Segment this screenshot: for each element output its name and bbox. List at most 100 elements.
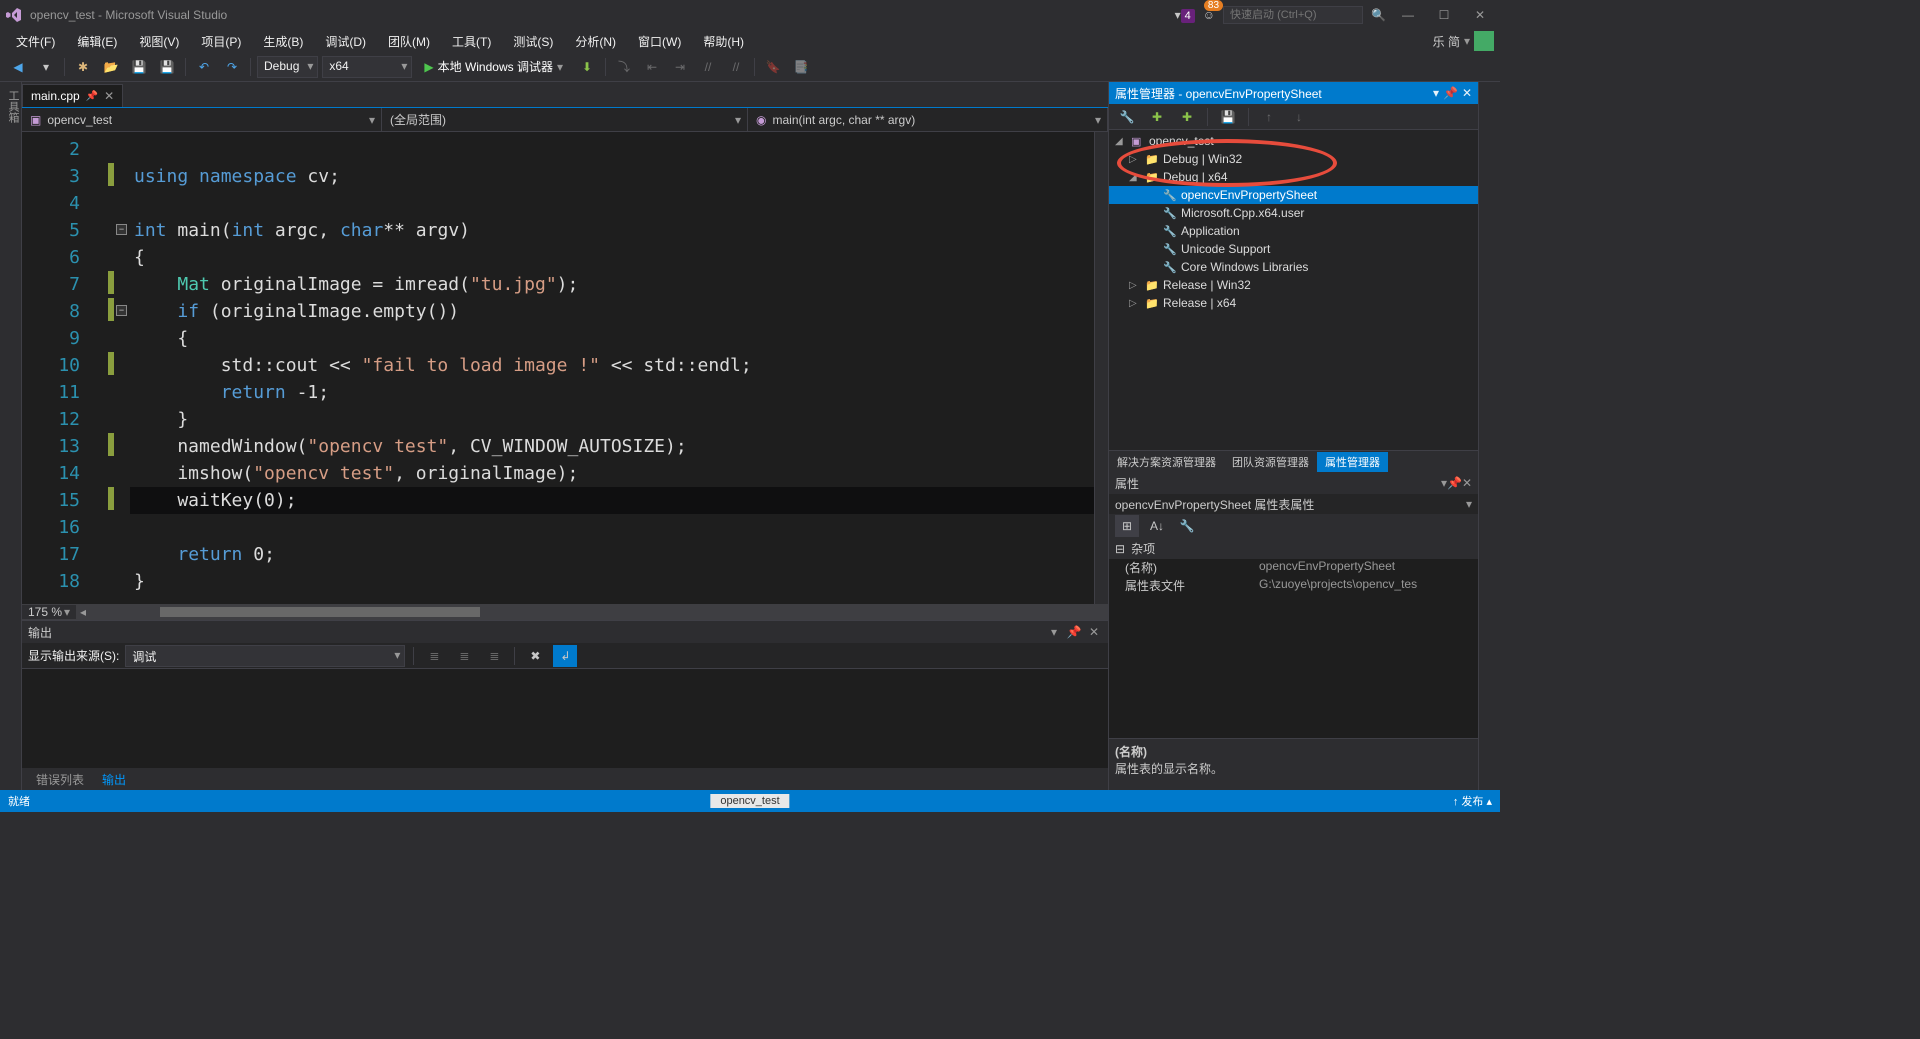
code-line[interactable] [130,514,1094,541]
tab-team-explorer[interactable]: 团队资源管理器 [1224,452,1317,472]
close-icon[interactable]: ✕ [1462,476,1472,490]
save-all-button[interactable]: 💾 [155,56,179,78]
feedback-icon[interactable]: ☺ [1203,8,1215,22]
tree-item[interactable]: ◢📁Debug | x64 [1109,168,1478,186]
save-sheet-icon[interactable]: 💾 [1216,106,1240,128]
quick-launch-input[interactable] [1223,6,1363,24]
fold-toggle[interactable]: − [116,224,127,235]
back-button[interactable]: ◀ [6,56,30,78]
wrap-icon[interactable]: ↲ [553,645,577,667]
platform-combo[interactable]: x64 [322,56,412,78]
tree-item[interactable]: ▷📁Debug | Win32 [1109,150,1478,168]
menu-tools[interactable]: 工具(T) [442,31,501,52]
new-project-button[interactable]: ✱ [71,56,95,78]
code-line[interactable]: return 0; [130,541,1094,568]
menu-debug[interactable]: 调试(D) [315,31,376,52]
prop-pages-icon[interactable]: 🔧 [1175,515,1199,537]
publish-button[interactable]: ↑ 发布 ▴ [1453,793,1492,809]
code-line[interactable]: Mat originalImage = imread("tu.jpg"); [130,271,1094,298]
code-line[interactable]: } [130,568,1094,595]
tree-item[interactable]: ▷📁Release | Win32 [1109,276,1478,294]
property-row[interactable]: 属性表文件 G:\zuoye\projects\opencv_tes [1109,577,1478,595]
close-button[interactable]: ✕ [1466,4,1494,26]
menu-edit[interactable]: 编辑(E) [67,31,127,52]
menu-view[interactable]: 视图(V) [129,31,189,52]
close-panel-icon[interactable]: ✕ [1086,624,1102,640]
data-sources-rail[interactable] [1478,82,1500,790]
minimap[interactable] [1094,132,1108,604]
menu-test[interactable]: 测试(S) [503,31,563,52]
start-debug-button[interactable]: ▶ 本地 Windows 调试器 ▾ [416,56,571,78]
code-line[interactable]: int main(int argc, char** argv) [130,217,1094,244]
tree-item[interactable]: 🔧Microsoft.Cpp.x64.user [1109,204,1478,222]
pin-icon[interactable]: 📌 [86,91,98,102]
property-manager-tree[interactable]: ◢ ▣ opencv_test ▷📁Debug | Win32◢📁Debug |… [1109,130,1478,450]
menu-help[interactable]: 帮助(H) [693,31,754,52]
code-line[interactable]: } [130,406,1094,433]
property-category[interactable]: ⊟杂项 [1109,538,1478,559]
tree-item[interactable]: 🔧Core Windows Libraries [1109,258,1478,276]
save-button[interactable]: 💾 [127,56,151,78]
clear-icon[interactable]: ✖ [523,645,547,667]
code-line[interactable]: namedWindow("opencv test", CV_WINDOW_AUT… [130,433,1094,460]
tree-item[interactable]: 🔧Application [1109,222,1478,240]
file-tab-main[interactable]: main.cpp 📌 ✕ [22,84,123,107]
alpha-icon[interactable]: A↓ [1145,515,1169,537]
add-existing-icon[interactable]: ✚ [1175,106,1199,128]
properties-subtitle[interactable]: opencvEnvPropertySheet 属性表属性 ▾ [1109,494,1478,514]
flag-icon[interactable]: ▾4 [1175,8,1195,22]
code-line[interactable]: std::cout << "fail to load image !" << s… [130,352,1094,379]
tab-solution-explorer[interactable]: 解决方案资源管理器 [1109,452,1224,472]
search-icon[interactable]: 🔍 [1371,8,1386,22]
menu-team[interactable]: 团队(M) [378,31,440,52]
dropdown-icon[interactable]: ▾ [1046,624,1062,640]
tree-item[interactable]: 🔧opencvEnvPropertySheet [1109,186,1478,204]
output-body[interactable] [22,669,1108,768]
menu-project[interactable]: 项目(P) [191,31,251,52]
close-icon[interactable]: ✕ [1462,86,1472,100]
pin-icon[interactable]: 📌 [1443,86,1458,100]
code-line[interactable]: imshow("opencv test", originalImage); [130,460,1094,487]
config-combo[interactable]: Debug [257,56,318,78]
code-line[interactable]: waitKey(0); [130,487,1094,514]
code-line[interactable]: if (originalImage.empty()) [130,298,1094,325]
pin-icon[interactable]: 📌 [1066,624,1082,640]
menu-build[interactable]: 生成(B) [253,31,313,52]
categorize-icon[interactable]: ⊞ [1115,515,1139,537]
properties-grid[interactable]: ⊟杂项 (名称) opencvEnvPropertySheet 属性表文件 G:… [1109,538,1478,738]
code-line[interactable]: { [130,244,1094,271]
property-row[interactable]: (名称) opencvEnvPropertySheet [1109,559,1478,577]
wrench-icon[interactable]: 🔧 [1115,106,1139,128]
menu-window[interactable]: 窗口(W) [628,31,691,52]
nav-scope-combo[interactable]: (全局范围) [382,108,748,131]
editor-scrollbar[interactable]: 175 %▾ ◂ [22,604,1108,620]
toolbox-rail[interactable]: 工具箱 [0,82,22,790]
code-line[interactable]: return -1; [130,379,1094,406]
user-label[interactable]: 乐 简 [1433,33,1460,50]
menu-analyze[interactable]: 分析(N) [565,31,626,52]
avatar[interactable] [1474,31,1494,51]
code-line[interactable]: using namespace cv; [130,163,1094,190]
open-button[interactable]: 📂 [99,56,123,78]
tree-item[interactable]: 🔧Unicode Support [1109,240,1478,258]
pin-icon[interactable]: 📌 [1447,476,1462,490]
code-line[interactable] [130,190,1094,217]
redo-button[interactable]: ↷ [220,56,244,78]
tab-output[interactable]: 输出 [94,769,134,790]
forward-button[interactable]: ▾ [34,56,58,78]
code-line[interactable]: { [130,325,1094,352]
maximize-button[interactable]: ☐ [1430,4,1458,26]
tree-item[interactable]: ▷📁Release | x64 [1109,294,1478,312]
output-source-combo[interactable]: 调试 [125,645,405,667]
tree-root[interactable]: ◢ ▣ opencv_test [1109,132,1478,150]
fold-toggle[interactable]: − [116,305,127,316]
add-sheet-icon[interactable]: ✚ [1145,106,1169,128]
tab-property-manager[interactable]: 属性管理器 [1317,452,1388,472]
dropdown-icon[interactable]: ▾ [1433,86,1439,100]
code-editor[interactable]: 23456789101112131415161718 −− using name… [22,132,1108,604]
code-line[interactable] [130,136,1094,163]
tab-error-list[interactable]: 错误列表 [28,769,92,790]
close-tab-icon[interactable]: ✕ [104,89,114,103]
attach-button[interactable]: ⬇ [575,56,599,78]
menu-file[interactable]: 文件(F) [6,31,65,52]
